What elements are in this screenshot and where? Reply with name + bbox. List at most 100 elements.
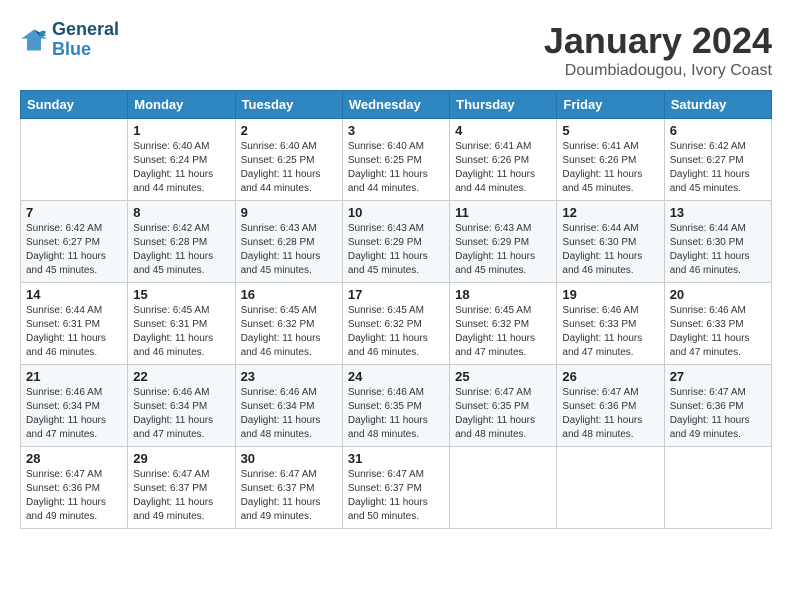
- calendar-cell: [21, 119, 128, 201]
- day-number: 1: [133, 123, 229, 138]
- week-row-3: 14 Sunrise: 6:44 AMSunset: 6:31 PMDayligh…: [21, 283, 772, 365]
- calendar-cell: 16 Sunrise: 6:45 AMSunset: 6:32 PMDayligh…: [235, 283, 342, 365]
- calendar-cell: 4 Sunrise: 6:41 AMSunset: 6:26 PMDaylight…: [450, 119, 557, 201]
- day-info: Sunrise: 6:47 AMSunset: 6:37 PMDaylight:…: [241, 468, 337, 524]
- calendar-cell: 3 Sunrise: 6:40 AMSunset: 6:25 PMDaylight…: [342, 119, 449, 201]
- calendar-cell: 11 Sunrise: 6:43 AMSunset: 6:29 PMDayligh…: [450, 201, 557, 283]
- day-number: 12: [562, 205, 658, 220]
- calendar-cell: 8Sunrise: 6:42 AMSunset: 6:28 PMDaylight…: [128, 201, 235, 283]
- day-info: Sunrise: 6:47 AMSunset: 6:36 PMDaylight:…: [562, 386, 658, 442]
- calendar-cell: 21Sunrise: 6:46 AMSunset: 6:34 PMDayligh…: [21, 365, 128, 447]
- day-number: 27: [670, 369, 766, 384]
- calendar-cell: 14 Sunrise: 6:44 AMSunset: 6:31 PMDayligh…: [21, 283, 128, 365]
- day-number: 6: [670, 123, 766, 138]
- day-number: 3: [348, 123, 444, 138]
- logo: General Blue: [20, 20, 119, 60]
- week-row-5: 28 Sunrise: 6:47 AMSunset: 6:36 PMDayligh…: [21, 447, 772, 529]
- day-number: 14: [26, 287, 122, 302]
- day-number: 2: [241, 123, 337, 138]
- day-info: Sunrise: 6:43 AMSunset: 6:28 PMDaylight:…: [241, 222, 337, 278]
- calendar-cell: [450, 447, 557, 529]
- day-info: Sunrise: 6:41 AMSunset: 6:26 PMDaylight:…: [562, 140, 658, 196]
- calendar-cell: 10Sunrise: 6:43 AMSunset: 6:29 PMDayligh…: [342, 201, 449, 283]
- day-number: 4: [455, 123, 551, 138]
- day-info: Sunrise: 6:42 AMSunset: 6:27 PMDaylight:…: [26, 222, 122, 278]
- calendar-cell: 24 Sunrise: 6:46 AMSunset: 6:35 PMDayligh…: [342, 365, 449, 447]
- day-number: 15: [133, 287, 229, 302]
- calendar-cell: 22Sunrise: 6:46 AMSunset: 6:34 PMDayligh…: [128, 365, 235, 447]
- calendar-cell: 19Sunrise: 6:46 AMSunset: 6:33 PMDayligh…: [557, 283, 664, 365]
- week-row-4: 21Sunrise: 6:46 AMSunset: 6:34 PMDayligh…: [21, 365, 772, 447]
- day-number: 9: [241, 205, 337, 220]
- month-title: January 2024: [544, 20, 772, 62]
- day-number: 30: [241, 451, 337, 466]
- calendar-cell: 29 Sunrise: 6:47 AMSunset: 6:37 PMDayligh…: [128, 447, 235, 529]
- page-header: General Blue January 2024 Doumbiadougou,…: [20, 20, 772, 80]
- day-info: Sunrise: 6:46 AMSunset: 6:35 PMDaylight:…: [348, 386, 444, 442]
- calendar-cell: 31Sunrise: 6:47 AMSunset: 6:37 PMDayligh…: [342, 447, 449, 529]
- calendar-cell: 26 Sunrise: 6:47 AMSunset: 6:36 PMDayligh…: [557, 365, 664, 447]
- week-row-2: 7Sunrise: 6:42 AMSunset: 6:27 PMDaylight…: [21, 201, 772, 283]
- day-info: Sunrise: 6:43 AMSunset: 6:29 PMDaylight:…: [348, 222, 444, 278]
- day-info: Sunrise: 6:46 AMSunset: 6:33 PMDaylight:…: [562, 304, 658, 360]
- day-info: Sunrise: 6:47 AMSunset: 6:36 PMDaylight:…: [26, 468, 122, 524]
- calendar-cell: 28 Sunrise: 6:47 AMSunset: 6:36 PMDayligh…: [21, 447, 128, 529]
- day-info: Sunrise: 6:47 AMSunset: 6:37 PMDaylight:…: [348, 468, 444, 524]
- calendar-cell: 13 Sunrise: 6:44 AMSunset: 6:30 PMDayligh…: [664, 201, 771, 283]
- day-info: Sunrise: 6:40 AMSunset: 6:25 PMDaylight:…: [348, 140, 444, 196]
- logo-text: General Blue: [52, 20, 119, 60]
- day-info: Sunrise: 6:40 AMSunset: 6:25 PMDaylight:…: [241, 140, 337, 196]
- day-number: 29: [133, 451, 229, 466]
- day-number: 20: [670, 287, 766, 302]
- day-number: 22: [133, 369, 229, 384]
- calendar-cell: 25Sunrise: 6:47 AMSunset: 6:35 PMDayligh…: [450, 365, 557, 447]
- day-number: 5: [562, 123, 658, 138]
- day-number: 28: [26, 451, 122, 466]
- logo-icon: [20, 26, 48, 54]
- day-info: Sunrise: 6:45 AMSunset: 6:32 PMDaylight:…: [241, 304, 337, 360]
- calendar-cell: [557, 447, 664, 529]
- calendar-cell: 12Sunrise: 6:44 AMSunset: 6:30 PMDayligh…: [557, 201, 664, 283]
- day-info: Sunrise: 6:42 AMSunset: 6:27 PMDaylight:…: [670, 140, 766, 196]
- calendar-cell: 27 Sunrise: 6:47 AMSunset: 6:36 PMDayligh…: [664, 365, 771, 447]
- day-header-monday: Monday: [128, 91, 235, 119]
- calendar-cell: 6 Sunrise: 6:42 AMSunset: 6:27 PMDaylight…: [664, 119, 771, 201]
- day-header-thursday: Thursday: [450, 91, 557, 119]
- day-info: Sunrise: 6:42 AMSunset: 6:28 PMDaylight:…: [133, 222, 229, 278]
- calendar-cell: 5 Sunrise: 6:41 AMSunset: 6:26 PMDaylight…: [557, 119, 664, 201]
- calendar-cell: [664, 447, 771, 529]
- calendar-cell: 7Sunrise: 6:42 AMSunset: 6:27 PMDaylight…: [21, 201, 128, 283]
- day-number: 23: [241, 369, 337, 384]
- calendar-table: SundayMondayTuesdayWednesdayThursdayFrid…: [20, 90, 772, 529]
- day-info: Sunrise: 6:46 AMSunset: 6:33 PMDaylight:…: [670, 304, 766, 360]
- day-info: Sunrise: 6:45 AMSunset: 6:32 PMDaylight:…: [455, 304, 551, 360]
- week-row-1: 1Sunrise: 6:40 AMSunset: 6:24 PMDaylight…: [21, 119, 772, 201]
- day-number: 24: [348, 369, 444, 384]
- day-number: 26: [562, 369, 658, 384]
- day-header-wednesday: Wednesday: [342, 91, 449, 119]
- calendar-cell: 2 Sunrise: 6:40 AMSunset: 6:25 PMDaylight…: [235, 119, 342, 201]
- calendar-cell: 18 Sunrise: 6:45 AMSunset: 6:32 PMDayligh…: [450, 283, 557, 365]
- calendar-cell: 30 Sunrise: 6:47 AMSunset: 6:37 PMDayligh…: [235, 447, 342, 529]
- title-block: January 2024 Doumbiadougou, Ivory Coast: [544, 20, 772, 80]
- calendar-header-row: SundayMondayTuesdayWednesdayThursdayFrid…: [21, 91, 772, 119]
- day-info: Sunrise: 6:47 AMSunset: 6:37 PMDaylight:…: [133, 468, 229, 524]
- day-number: 18: [455, 287, 551, 302]
- calendar-cell: 1Sunrise: 6:40 AMSunset: 6:24 PMDaylight…: [128, 119, 235, 201]
- day-info: Sunrise: 6:41 AMSunset: 6:26 PMDaylight:…: [455, 140, 551, 196]
- day-info: Sunrise: 6:47 AMSunset: 6:36 PMDaylight:…: [670, 386, 766, 442]
- day-number: 13: [670, 205, 766, 220]
- day-info: Sunrise: 6:45 AMSunset: 6:32 PMDaylight:…: [348, 304, 444, 360]
- day-number: 16: [241, 287, 337, 302]
- day-info: Sunrise: 6:43 AMSunset: 6:29 PMDaylight:…: [455, 222, 551, 278]
- calendar-cell: 20 Sunrise: 6:46 AMSunset: 6:33 PMDayligh…: [664, 283, 771, 365]
- day-number: 11: [455, 205, 551, 220]
- calendar-cell: 15Sunrise: 6:45 AMSunset: 6:31 PMDayligh…: [128, 283, 235, 365]
- day-info: Sunrise: 6:44 AMSunset: 6:30 PMDaylight:…: [670, 222, 766, 278]
- day-info: Sunrise: 6:46 AMSunset: 6:34 PMDaylight:…: [241, 386, 337, 442]
- day-info: Sunrise: 6:44 AMSunset: 6:31 PMDaylight:…: [26, 304, 122, 360]
- calendar-cell: 17 Sunrise: 6:45 AMSunset: 6:32 PMDayligh…: [342, 283, 449, 365]
- day-number: 17: [348, 287, 444, 302]
- day-header-saturday: Saturday: [664, 91, 771, 119]
- location: Doumbiadougou, Ivory Coast: [544, 62, 772, 80]
